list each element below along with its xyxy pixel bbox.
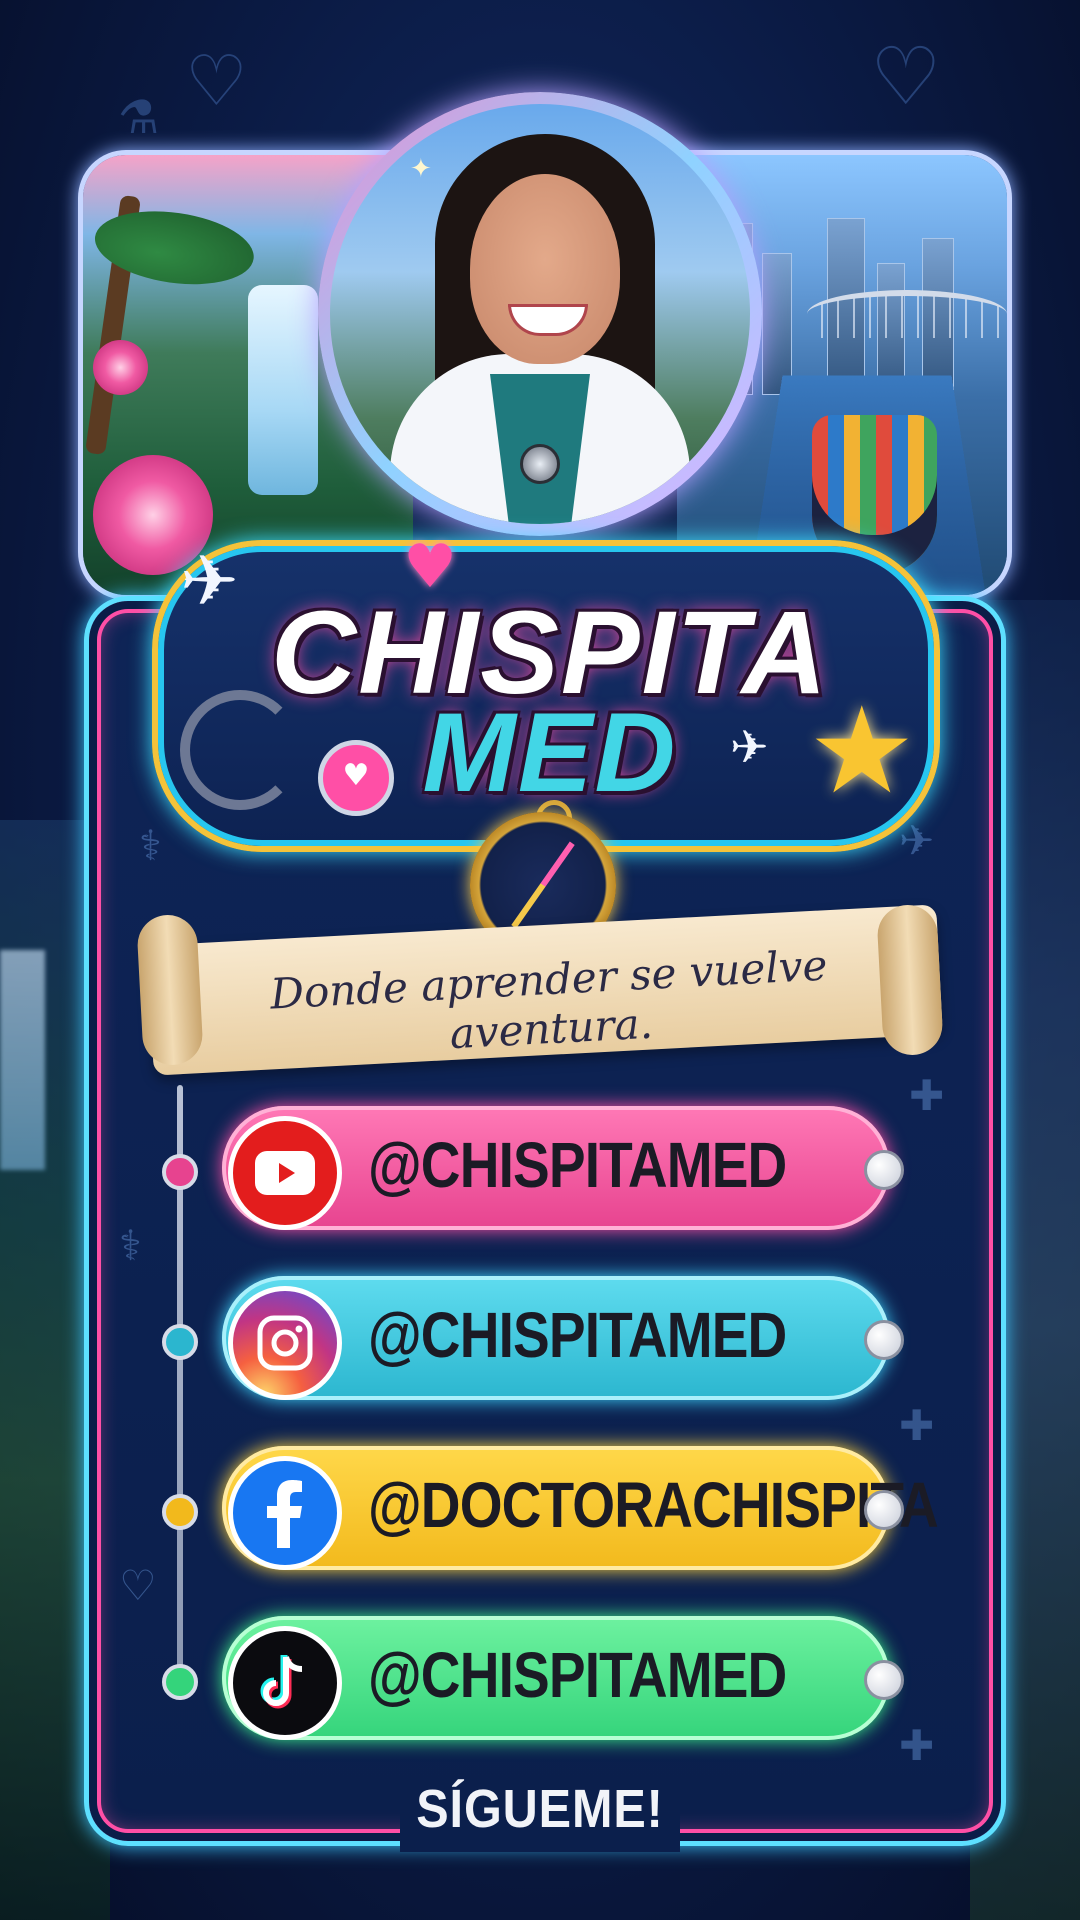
heart-icon: ♡ — [185, 40, 248, 122]
palm-tree — [85, 194, 259, 456]
tiktok-link[interactable]: @CHISPITAMED — [222, 1616, 904, 1740]
follow-me-label: SÍGUEME! — [416, 1779, 664, 1839]
background-waterfall — [0, 950, 45, 1170]
heartbeat-icon: ♥ — [318, 740, 394, 816]
skyscraper — [762, 253, 792, 395]
bridge — [807, 290, 1007, 338]
medical-cross-icon: ✚ — [899, 1401, 935, 1450]
airplane-icon: ✈ — [730, 720, 769, 774]
timeline-dot — [162, 1154, 198, 1190]
pill-knob — [864, 1490, 904, 1530]
stethoscope-icon: ⚕ — [139, 821, 162, 870]
waterfall — [248, 285, 318, 495]
stethoscope-icon — [520, 444, 560, 484]
tiktok-handle: @CHISPITAMED — [368, 1639, 787, 1711]
stethoscope-icon: ⚕ — [119, 1221, 142, 1270]
avatar: ✦ — [330, 104, 750, 524]
youtube-link[interactable]: @CHISPITAMED — [222, 1106, 904, 1230]
heart-icon: ♡ — [870, 30, 942, 123]
heart-icon: ♡ — [119, 1561, 157, 1610]
pill-knob — [864, 1150, 904, 1190]
sparkle-icon: ✦ — [410, 154, 432, 184]
facebook-icon — [228, 1456, 342, 1570]
timeline-dot — [162, 1494, 198, 1530]
airplane-icon: ✈ — [899, 816, 935, 865]
hibiscus-flower — [93, 340, 148, 395]
youtube-icon — [228, 1116, 342, 1230]
facebook-link[interactable]: @DOCTORACHISPITA — [222, 1446, 939, 1570]
instagram-icon — [228, 1286, 342, 1400]
stethoscope-icon — [180, 690, 300, 810]
instagram-handle: @CHISPITAMED — [368, 1299, 787, 1371]
youtube-handle: @CHISPITAMED — [368, 1129, 787, 1201]
facebook-handle: @DOCTORACHISPITA — [368, 1469, 939, 1541]
pill-knob — [864, 1660, 904, 1700]
logo-title-line2: MED — [422, 690, 678, 815]
medical-kit-icon: ✚ — [899, 1721, 935, 1770]
pill-knob — [864, 1320, 904, 1360]
instagram-link[interactable]: @CHISPITAMED — [222, 1276, 904, 1400]
star-icon: ★ — [808, 682, 916, 821]
timeline-dot — [162, 1324, 198, 1360]
medicine-bottle-icon: ⚗ — [118, 90, 160, 144]
medical-kit-icon: ✚ — [909, 1071, 945, 1120]
timeline-dot — [162, 1664, 198, 1700]
compass-needle — [511, 841, 575, 929]
tiktok-icon — [228, 1626, 342, 1740]
